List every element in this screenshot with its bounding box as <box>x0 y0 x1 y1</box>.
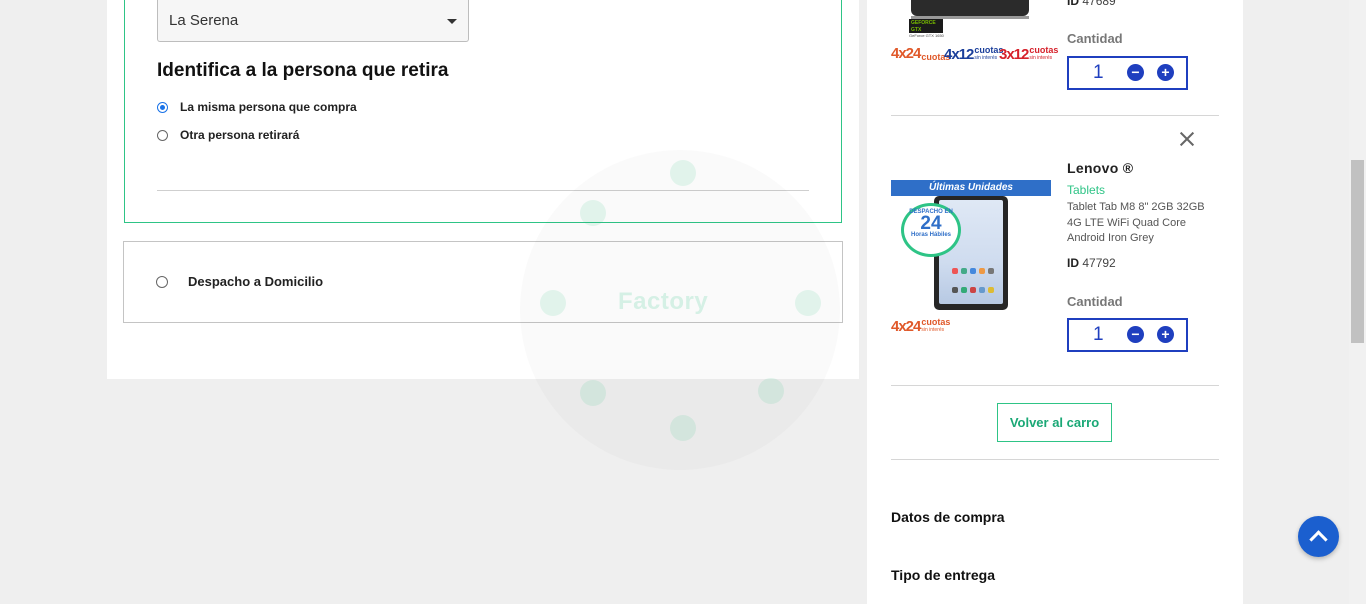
badge-hours: 24 <box>920 213 942 234</box>
gpu-badge: GEFORCE GTX <box>909 19 943 33</box>
radio-home-delivery[interactable]: Despacho a Domicilio <box>156 274 323 289</box>
app-icon <box>988 287 994 293</box>
minus-circle-icon[interactable]: − <box>1127 326 1144 343</box>
caret-down-icon <box>447 19 457 24</box>
product-id-label: ID <box>1067 0 1079 8</box>
app-icon <box>952 287 958 293</box>
close-icon[interactable] <box>1178 130 1196 148</box>
minus-circle-icon[interactable]: − <box>1127 64 1144 81</box>
loader-dot <box>758 378 784 404</box>
product-id-value: 47792 <box>1082 256 1116 270</box>
radio-button[interactable] <box>157 129 168 141</box>
scrollbar-thumb[interactable] <box>1351 160 1364 343</box>
installments-number: 3x12 <box>999 46 1029 63</box>
city-select-value: La Serena <box>169 12 239 29</box>
product-id-value: 47689 <box>1082 0 1116 8</box>
badge-hours-label: Horas Hábiles <box>910 232 952 238</box>
radio-button-checked[interactable] <box>157 101 168 113</box>
loader-dot <box>670 415 696 441</box>
app-icon <box>979 287 985 293</box>
product-brand: Lenovo ® <box>1067 160 1134 176</box>
installments-badge: 4x12 cuotas sin interés <box>944 46 1003 63</box>
quantity-value[interactable]: 1 <box>1093 320 1104 350</box>
installments-number: 4x12 <box>944 46 974 63</box>
app-icon <box>952 268 958 274</box>
divider <box>157 190 809 191</box>
quantity-label: Cantidad <box>1067 31 1123 46</box>
radio-button[interactable] <box>156 275 168 288</box>
product-id-label: ID <box>1067 256 1079 270</box>
radio-other-person-label: Otra persona retirará <box>180 128 300 142</box>
installments-number: 4x24 <box>891 318 921 335</box>
last-units-banner: Últimas Unidades <box>891 180 1051 196</box>
installments-text: cuotas sin interés <box>921 317 951 334</box>
pickup-person-heading: Identifica a la persona que retira <box>157 60 449 81</box>
purchase-data-heading[interactable]: Datos de compra <box>891 509 1005 525</box>
laptop-product-image[interactable] <box>911 0 1029 16</box>
app-icon <box>961 287 967 293</box>
radio-same-person[interactable]: La misma persona que compra <box>157 100 357 114</box>
installments-text: cuotas sin interés <box>1029 45 1059 62</box>
item-divider <box>891 385 1219 386</box>
installments-badge: 3x12 cuotas sin interés <box>999 45 1059 63</box>
delivery-type-heading[interactable]: Tipo de entrega <box>891 567 995 583</box>
back-to-cart-button[interactable]: Volver al carro <box>997 403 1112 442</box>
home-delivery-label: Despacho a Domicilio <box>188 274 324 289</box>
plus-circle-icon[interactable]: + <box>1157 326 1174 343</box>
app-icon <box>970 287 976 293</box>
quantity-value[interactable]: 1 <box>1093 58 1104 88</box>
product-description: Tablet Tab M8 8" 2GB 32GB 4G LTE WiFi Qu… <box>1067 201 1205 244</box>
gpu-badge-caption: GeForce GTX 1650 <box>909 33 944 38</box>
installments-badge: 4x24 cuotas <box>891 45 950 62</box>
app-icon <box>970 268 976 274</box>
item-divider <box>891 115 1219 116</box>
scroll-to-top-button[interactable] <box>1298 516 1339 557</box>
loader-dot <box>580 380 606 406</box>
app-icon <box>961 268 967 274</box>
radio-same-person-label: La misma persona que compra <box>180 100 357 114</box>
product-id: ID 47689 <box>1067 0 1116 8</box>
product-id: ID 47792 <box>1067 256 1116 270</box>
section-divider <box>891 459 1219 460</box>
city-select[interactable]: La Serena <box>157 0 469 42</box>
quantity-stepper: 1 − + <box>1067 56 1188 90</box>
radio-other-person[interactable]: Otra persona retirará <box>157 128 299 142</box>
delivery-24h-badge: DESPACHO EN 24 Horas Hábiles <box>901 203 961 257</box>
quantity-stepper: 1 − + <box>1067 318 1188 352</box>
installments-badge: 4x24 cuotas sin interés <box>891 317 951 335</box>
installments-number: 4x24 <box>891 45 921 62</box>
product-category[interactable]: Tablets <box>1067 183 1105 197</box>
quantity-label: Cantidad <box>1067 294 1123 309</box>
app-icon <box>988 268 994 274</box>
plus-circle-icon[interactable]: + <box>1157 64 1174 81</box>
app-icon <box>979 268 985 274</box>
